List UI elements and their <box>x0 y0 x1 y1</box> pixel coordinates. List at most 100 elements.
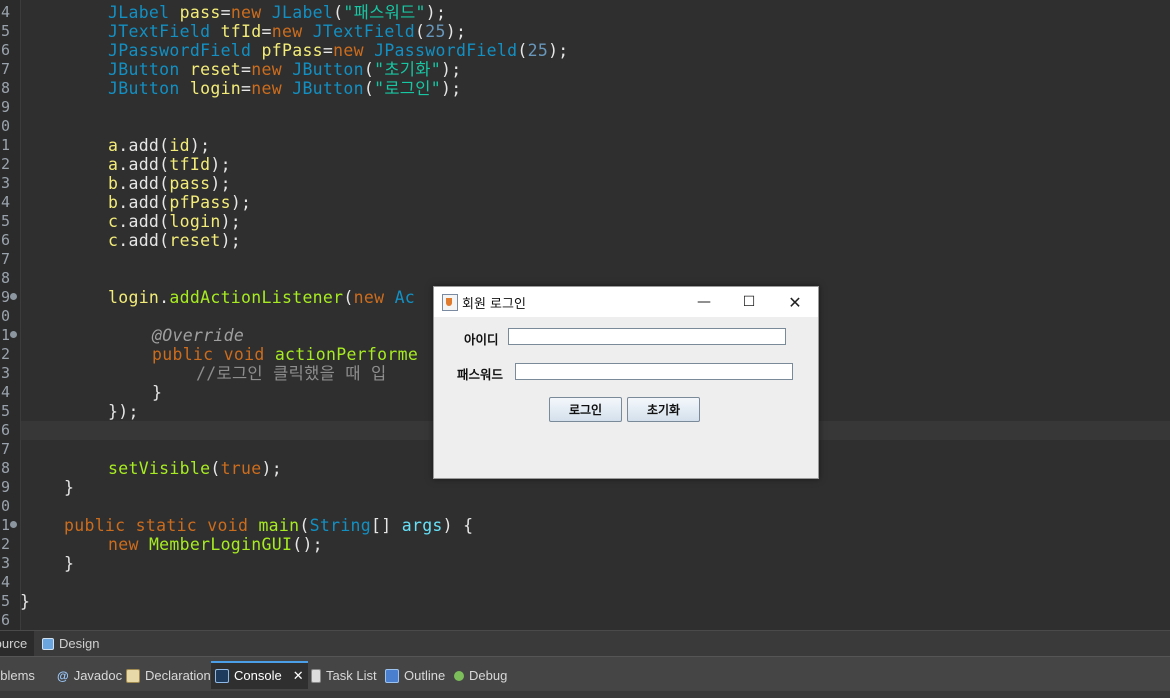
id-field[interactable] <box>508 328 786 345</box>
tab-source-label: Source <box>0 636 28 651</box>
line-number: 8 <box>0 269 10 287</box>
tab-console-label: Console <box>234 668 282 683</box>
line-number: 1 <box>0 136 10 154</box>
line-number: 5 <box>0 592 10 610</box>
line-number: 6 <box>0 421 10 439</box>
line-number: 2 <box>0 345 10 363</box>
line-number: 5 <box>0 212 10 230</box>
code-line: c.add(reset); <box>108 231 242 250</box>
tab-outline[interactable]: Outline <box>381 663 449 689</box>
code-line: JPasswordField pfPass=new JPasswordField… <box>108 41 569 60</box>
line-number: 3 <box>0 554 10 572</box>
editor-mode-tabs: Source Design <box>0 630 1170 657</box>
code-line: } <box>64 478 75 497</box>
code-line: JButton reset=new JButton("초기화"); <box>108 60 462 79</box>
tab-debug-label: Debug <box>469 668 508 683</box>
line-number: 4 <box>0 383 10 401</box>
tab-console[interactable]: Console ✕ <box>211 661 308 689</box>
tab-source[interactable]: Source <box>0 631 34 656</box>
line-number: 7 <box>0 60 10 78</box>
line-number: 5 <box>0 402 10 420</box>
code-line: setVisible(true); <box>108 459 282 478</box>
code-line: public void actionPerforme <box>152 345 419 364</box>
code-line: } <box>64 554 75 573</box>
console-icon <box>215 669 229 683</box>
tab-problems[interactable]: Problems <box>0 663 39 689</box>
id-label: 아이디 <box>464 332 499 347</box>
tab-problems-label: Problems <box>0 668 35 683</box>
login-dialog: 회원 로그인 — ☐ ✕ 아이디 패스워드 로그인 초기화 <box>433 286 819 479</box>
close-icon[interactable]: ✕ <box>293 663 304 689</box>
code-line: }); <box>108 402 139 421</box>
code-line: JTextField tfId=new JTextField(25); <box>108 22 467 41</box>
tab-javadoc[interactable]: @ Javadoc <box>53 663 126 689</box>
dialog-titlebar[interactable]: 회원 로그인 — ☐ ✕ <box>434 287 818 317</box>
fold-marker-icon[interactable] <box>10 331 17 338</box>
dialog-title: 회원 로그인 <box>462 297 526 312</box>
declaration-icon <box>126 669 140 683</box>
line-number: 4 <box>0 3 10 21</box>
line-number: 7 <box>0 440 10 458</box>
line-number: 7 <box>0 250 10 268</box>
javadoc-icon: @ <box>57 669 69 683</box>
line-number: 1 <box>0 326 10 344</box>
tab-javadoc-label: Javadoc <box>73 668 123 683</box>
line-number: 8 <box>0 459 10 477</box>
reset-button[interactable]: 초기화 <box>627 397 700 422</box>
views-tab-bar: Problems @ Javadoc Declaration Console ✕… <box>0 656 1170 698</box>
tab-design-label: Design <box>59 636 100 651</box>
code-line: b.add(pass); <box>108 174 231 193</box>
line-number: 2 <box>0 155 10 173</box>
line-number: 0 <box>0 117 10 135</box>
tab-debug[interactable]: Debug <box>450 663 511 689</box>
line-number: 4 <box>0 193 10 211</box>
code-line: } <box>152 383 163 402</box>
code-line: @Override <box>152 326 245 345</box>
line-number: 9 <box>0 98 10 116</box>
line-number: 5 <box>0 22 10 40</box>
debug-icon <box>454 671 464 681</box>
line-number: 2 <box>0 535 10 553</box>
line-number: 6 <box>0 611 10 629</box>
line-number: 0 <box>0 497 10 515</box>
line-number: 1 <box>0 516 10 534</box>
code-line: JLabel pass=new JLabel("패스워드"); <box>108 3 447 22</box>
line-number: 3 <box>0 174 10 192</box>
code-line: c.add(login); <box>108 212 242 231</box>
tab-design[interactable]: Design <box>42 631 112 656</box>
code-line: new MemberLoginGUI(); <box>108 535 323 554</box>
tab-declaration-label: Declaration <box>145 668 211 683</box>
code-line: b.add(pfPass); <box>108 193 252 212</box>
line-number: 0 <box>0 307 10 325</box>
line-number: 8 <box>0 79 10 97</box>
code-line: public static void main(String[] args) { <box>64 516 474 535</box>
maximize-icon[interactable]: ☐ <box>726 287 772 317</box>
line-number: 4 <box>0 573 10 591</box>
line-number: 6 <box>0 231 10 249</box>
line-number: 6 <box>0 41 10 59</box>
code-line: //로그인 클릭했을 때 입 <box>196 364 387 383</box>
code-line: JButton login=new JButton("로그인"); <box>108 79 462 98</box>
password-label: 패스워드 <box>457 367 504 382</box>
password-field[interactable] <box>515 363 793 380</box>
tab-task-list[interactable]: Task List <box>307 663 381 689</box>
task-list-icon <box>311 669 321 683</box>
minimize-icon[interactable]: — <box>681 287 727 317</box>
fold-marker-icon[interactable] <box>10 293 17 300</box>
line-number-gutter: 4 5 6 7 8 9 0 1 2 3 4 5 6 7 8 9 0 1 2 3 … <box>0 0 21 630</box>
code-line: a.add(tfId); <box>108 155 231 174</box>
code-line: a.add(id); <box>108 136 211 155</box>
line-number: 3 <box>0 364 10 382</box>
close-icon[interactable]: ✕ <box>772 287 818 317</box>
fold-marker-icon[interactable] <box>10 521 17 528</box>
java-icon <box>442 294 458 311</box>
login-button[interactable]: 로그인 <box>549 397 622 422</box>
line-number: 9 <box>0 478 10 496</box>
line-number: 9 <box>0 288 10 306</box>
design-icon <box>42 637 54 650</box>
outline-icon <box>385 669 399 683</box>
code-line: } <box>20 592 31 611</box>
code-line: login.addActionListener(new Ac <box>108 288 416 307</box>
tab-declaration[interactable]: Declaration <box>122 663 215 689</box>
tab-outline-label: Outline <box>404 668 446 683</box>
